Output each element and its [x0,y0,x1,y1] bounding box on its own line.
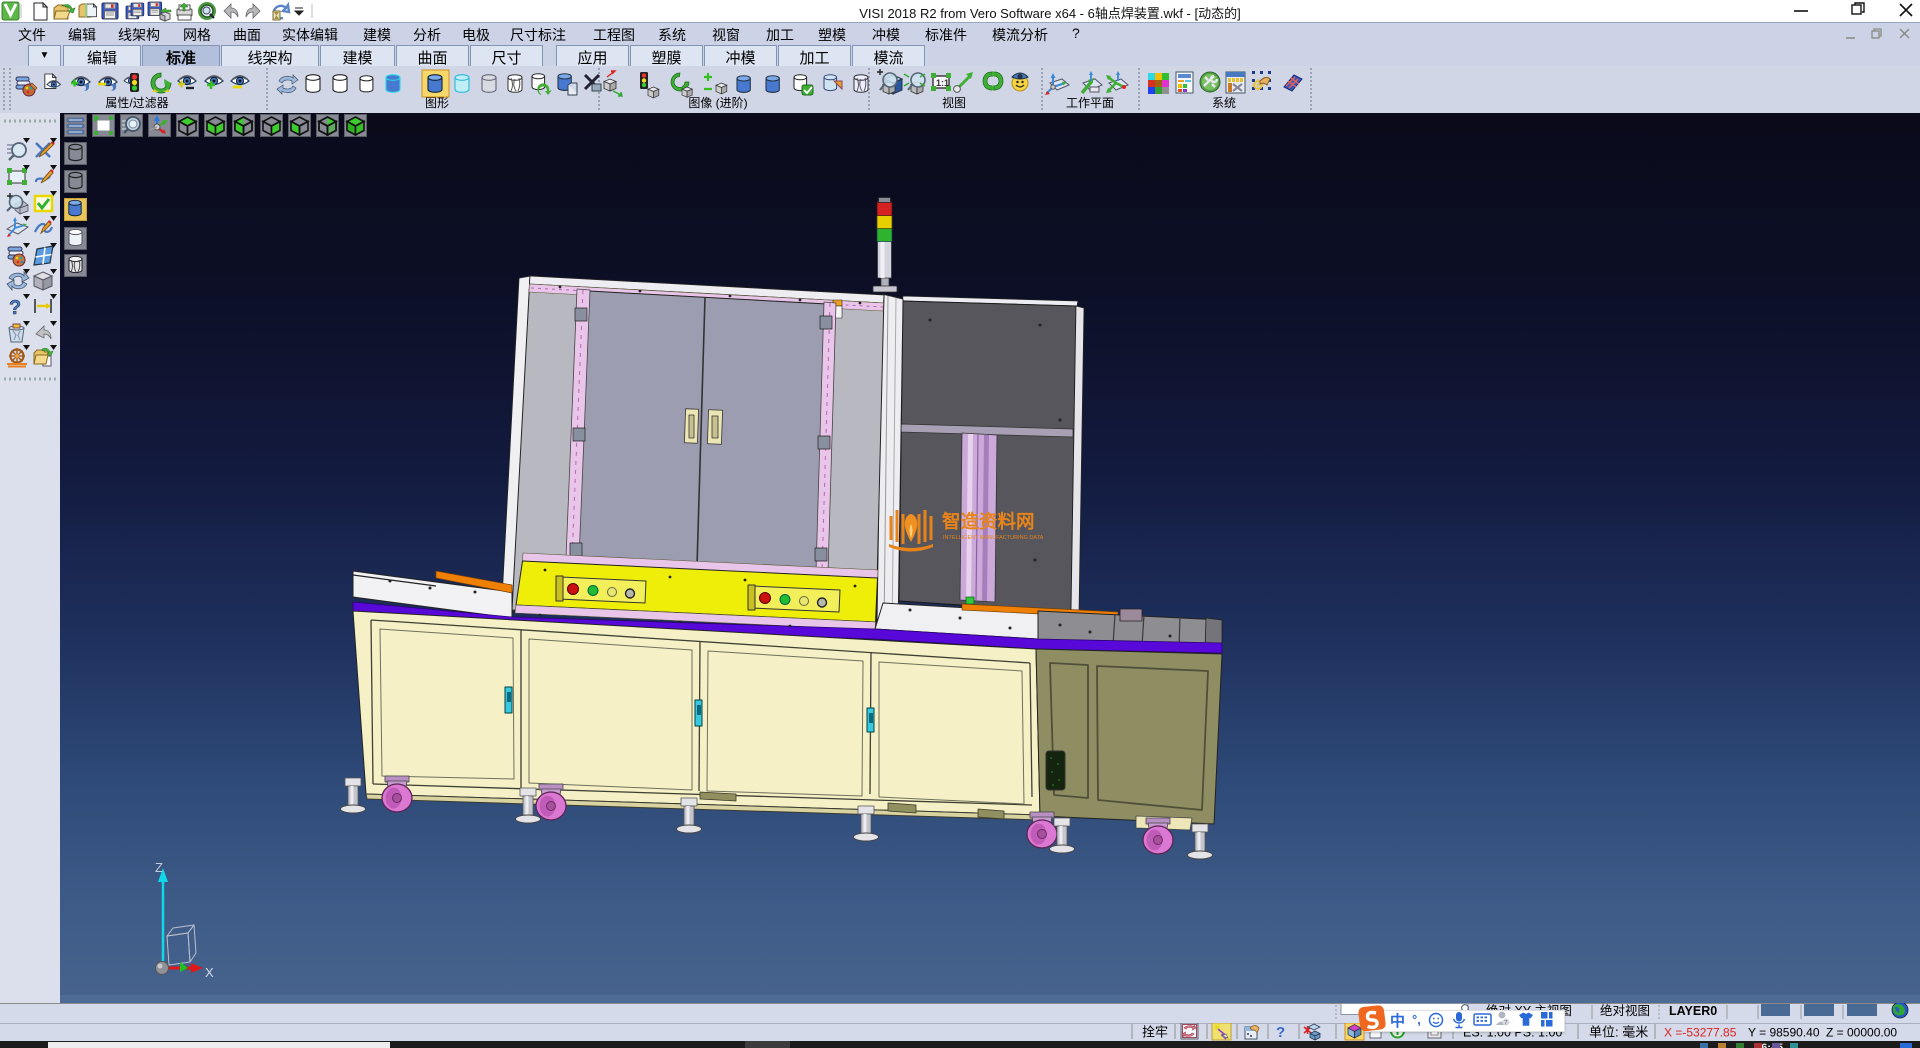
svg-text:绝对视图: 绝对视图 [1600,1003,1650,1018]
svg-text:?: ? [9,297,21,319]
svg-text:Z = 00000.00: Z = 00000.00 [1826,1026,1897,1040]
svg-text:LAYER0: LAYER0 [1669,1004,1717,1018]
svg-text:单位: 毫米: 单位: 毫米 [1589,1025,1648,1040]
svg-text:X: X [205,965,214,980]
svg-text:Z: Z [155,860,163,875]
svg-text:°,: °, [1412,1012,1421,1027]
svg-text:中: 中 [1390,1012,1405,1030]
svg-text:INTELLIGENT MANUFACTURING DATA: INTELLIGENT MANUFACTURING DATA [943,535,1044,541]
svg-text:7: 7 [1504,1020,1508,1027]
svg-text:智造资料网: 智造资料网 [942,511,1035,532]
svg-text:拴牢: 拴牢 [1142,1025,1168,1040]
svg-text:X =-53277.85: X =-53277.85 [1664,1026,1737,1040]
svg-text:?: ? [1276,1024,1285,1041]
svg-text:Y = 98590.40: Y = 98590.40 [1748,1026,1820,1040]
